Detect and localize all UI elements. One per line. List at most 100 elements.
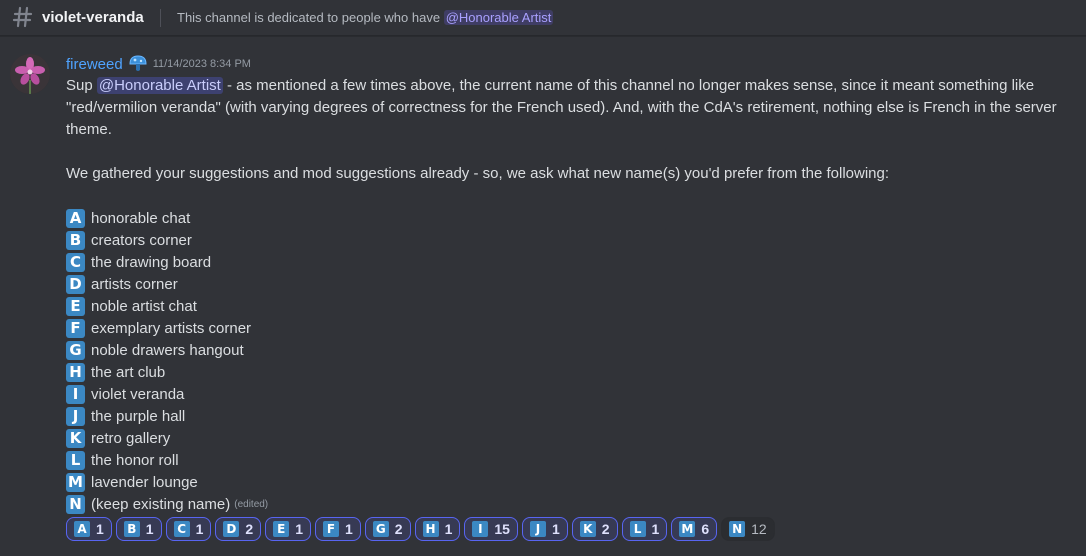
message-paragraph-1: Sup @Honorable Artist - as mentioned a f… [66,75,1082,141]
option-text: violet veranda [91,385,185,403]
regional-indicator-e-icon: E [66,296,85,316]
reaction-count: 1 [444,521,453,537]
reaction-h-button[interactable]: H1 [414,517,461,541]
reaction-count: 6 [701,521,710,537]
regional-indicator-i-icon: I [66,384,85,404]
message-header: fireweed 11/14/2023 8:34 PM [66,55,251,73]
option-text: the honor roll [91,451,179,469]
reaction-a-button[interactable]: A1 [66,517,112,541]
option-text: the purple hall [91,407,186,425]
regional-indicator-m-icon: M [66,472,85,492]
option-text: noble artist chat [91,297,197,315]
regional-indicator-g-icon: G [66,340,85,360]
regional-indicator-c-icon: C [66,252,85,272]
regional-indicator-f-icon: F [322,521,339,537]
regional-indicator-g-icon: G [372,521,389,537]
option-item: Kretro gallery [66,427,268,449]
edited-label[interactable]: (edited) [234,499,268,510]
role-mention[interactable]: @Honorable Artist [96,77,223,94]
greeting-text: Sup [66,77,93,94]
reaction-count: 12 [751,521,767,537]
option-item: Ahonorable chat [66,207,268,229]
reaction-count: 1 [344,521,353,537]
regional-indicator-n-icon: N [729,521,746,537]
option-text: (keep existing name) [91,495,231,513]
channel-name: violet-veranda [42,9,144,26]
flower-avatar-image [10,54,50,94]
option-item: Iviolet veranda [66,383,268,405]
option-item: N (keep existing name) (edited) [66,493,268,515]
reaction-bar: A 1 B 1 C 1 D 2 E 1 F 1 G 2 H 1 I 15 J 1 K 2 L 1 M 6 N 12 [66,517,779,541]
regional-indicator-l-icon: L [629,521,646,537]
reaction-g-button[interactable]: G2 [364,517,411,541]
reaction-count: 1 [145,521,154,537]
message-content: Sup @Honorable Artist - as mentioned a f… [66,75,1082,185]
option-item: Dartists corner [66,273,268,295]
regional-indicator-e-icon: E [273,521,290,537]
message-timestamp[interactable]: 11/14/2023 8:34 PM [153,58,251,70]
regional-indicator-n-icon: N [66,494,85,514]
reaction-f-button[interactable]: F1 [314,517,361,541]
channel-header: violet-veranda This channel is dedicated… [0,0,1086,36]
reaction-count: 15 [494,521,510,537]
topic-role-mention[interactable]: @Honorable Artist [443,10,554,25]
reaction-k-button[interactable]: K2 [571,517,618,541]
option-text: noble drawers hangout [91,341,244,359]
regional-indicator-h-icon: H [422,521,439,537]
regional-indicator-k-icon: K [66,428,85,448]
reaction-e-button[interactable]: E1 [265,517,311,541]
reaction-count: 2 [394,521,403,537]
regional-indicator-b-icon: B [123,521,140,537]
regional-indicator-b-icon: B [66,230,85,250]
reaction-count: 2 [601,521,610,537]
option-item: Cthe drawing board [66,251,268,273]
reaction-n-button[interactable]: N 12 [721,517,775,541]
regional-indicator-c-icon: C [173,521,190,537]
reaction-count: 1 [551,521,560,537]
regional-indicator-l-icon: L [66,450,85,470]
reaction-count: 1 [295,521,303,537]
option-text: creators corner [91,231,192,249]
reaction-b-button[interactable]: B1 [115,517,162,541]
option-text: retro gallery [91,429,171,447]
reaction-c-button[interactable]: C1 [165,517,212,541]
option-item: Gnoble drawers hangout [66,339,268,361]
option-text: the art club [91,363,166,381]
regional-indicator-f-icon: F [66,318,85,338]
reaction-i-button[interactable]: I 15 [464,517,518,541]
header-divider [160,9,161,27]
option-item: Fexemplary artists corner [66,317,268,339]
message-paragraph-2: We gathered your suggestions and mod sug… [66,165,890,182]
avatar[interactable] [10,54,50,94]
option-item: Mlavender lounge [66,471,268,493]
regional-indicator-j-icon: J [66,406,85,426]
option-text: the drawing board [91,253,212,271]
option-text: honorable chat [91,209,191,227]
regional-indicator-d-icon: D [223,521,240,537]
regional-indicator-d-icon: D [66,274,85,294]
option-item: Bcreators corner [66,229,268,251]
option-text: artists corner [91,275,178,293]
reaction-count: 1 [651,521,660,537]
regional-indicator-a-icon: A [66,208,85,228]
reaction-count: 2 [245,521,254,537]
mushroom-badge-icon[interactable] [127,55,149,73]
regional-indicator-j-icon: J [529,521,546,537]
channel-topic[interactable]: This channel is dedicated to people who … [177,10,554,25]
reaction-count: 1 [195,521,204,537]
reaction-d-button[interactable]: D2 [215,517,262,541]
reaction-j-button[interactable]: J1 [521,517,568,541]
regional-indicator-i-icon: I [472,521,489,537]
username[interactable]: fireweed [66,56,123,73]
topic-text: This channel is dedicated to people who … [177,10,441,25]
option-item: Hthe art club [66,361,268,383]
regional-indicator-k-icon: K [579,521,596,537]
reaction-m-button[interactable]: M6 [671,517,718,541]
option-text: lavender lounge [91,473,198,491]
option-text: exemplary artists corner [91,319,252,337]
reaction-l-button[interactable]: L1 [621,517,668,541]
regional-indicator-m-icon: M [679,521,696,537]
regional-indicator-a-icon: A [74,521,90,537]
option-item: Jthe purple hall [66,405,268,427]
reaction-count: 1 [96,521,104,537]
